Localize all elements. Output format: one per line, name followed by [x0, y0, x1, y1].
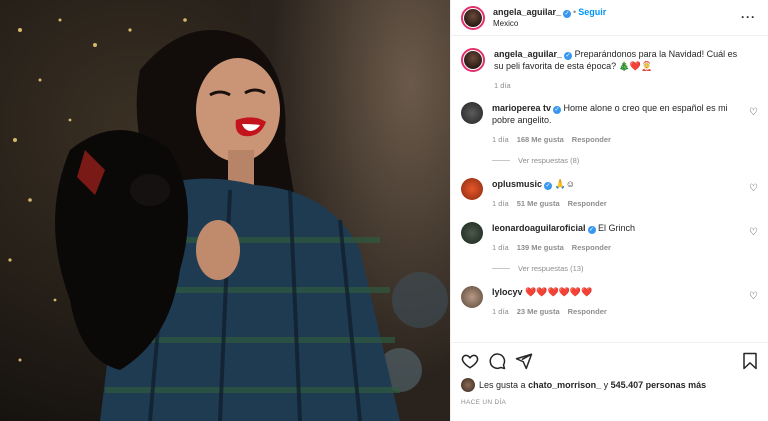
comment-time[interactable]: 1 día	[492, 135, 509, 144]
view-replies-button[interactable]: Ver respuestas (8)	[492, 156, 758, 165]
comment-icon[interactable]	[488, 352, 506, 370]
comment-item: leonardoaguilaroficial ✓ El Grinch 1 día 1…	[461, 222, 758, 252]
caption-time[interactable]: 1 día	[494, 81, 511, 90]
more-options-icon[interactable]: ···	[741, 10, 756, 24]
post-time[interactable]: HACE UN DÍA	[461, 399, 759, 406]
comment-avatar[interactable]	[461, 222, 483, 244]
comment-likes[interactable]: 168 Me gusta	[517, 135, 564, 144]
author-username[interactable]: angela_aguilar_	[493, 7, 561, 17]
post-actions: Les gusta a chato_morrison_ y 545.407 pe…	[451, 342, 768, 406]
comment-avatar[interactable]	[461, 286, 483, 308]
verified-icon: ✓	[587, 226, 596, 234]
comment-text: ❤️❤️❤️❤️❤️❤️	[525, 287, 593, 297]
comment-avatar[interactable]	[461, 102, 483, 124]
verified-icon: ✓	[553, 106, 562, 114]
heart-icon[interactable]	[461, 352, 479, 370]
likes-summary: Les gusta a chato_morrison_ y 545.407 pe…	[461, 378, 759, 392]
liker-username[interactable]: chato_morrison_	[528, 380, 601, 390]
comment-item: lylocyv ❤️❤️❤️❤️❤️❤️ 1 día 23 Me gusta Res…	[461, 286, 758, 316]
caption-username[interactable]: angela_aguilar_	[494, 49, 562, 59]
reply-button[interactable]: Responder	[568, 199, 607, 208]
post-location[interactable]: Mexico	[493, 18, 606, 29]
likes-count[interactable]: 545.407 personas más	[611, 380, 707, 390]
comment-username[interactable]: lylocyv	[492, 287, 523, 297]
verified-icon: ✓	[544, 182, 553, 190]
photo-illustration	[0, 0, 450, 421]
comment-text: El Grinch	[598, 223, 636, 233]
comment-avatar[interactable]	[461, 178, 483, 200]
author-avatar[interactable]	[461, 5, 485, 30]
reply-button[interactable]: Responder	[572, 243, 611, 252]
post-photo[interactable]	[0, 0, 450, 421]
share-icon[interactable]	[515, 352, 533, 370]
comment-time[interactable]: 1 día	[492, 307, 509, 316]
comment-username[interactable]: oplusmusic	[492, 179, 542, 189]
instagram-post: angela_aguilar_ ✓ • Seguir Mexico ··· angel…	[0, 0, 768, 421]
view-replies-button[interactable]: Ver respuestas (13)	[492, 264, 758, 273]
comment-likes[interactable]: 51 Me gusta	[517, 199, 560, 208]
verified-icon: ✓	[563, 9, 572, 18]
heart-icon[interactable]: ♡	[749, 291, 758, 302]
comment-username[interactable]: marioperea tv	[492, 103, 551, 113]
liker-avatar[interactable]	[461, 378, 475, 392]
comment-username[interactable]: leonardoaguilaroficial	[492, 223, 586, 233]
verified-icon: ✓	[564, 52, 573, 60]
comment-likes[interactable]: 139 Me gusta	[517, 243, 564, 252]
reply-button[interactable]: Responder	[568, 307, 607, 316]
comment-text: 🙏☺	[554, 179, 575, 189]
separator: •	[573, 6, 577, 17]
follow-button[interactable]: Seguir	[578, 7, 606, 17]
caption: angela_aguilar_ ✓ Preparándonos para la N…	[461, 48, 758, 90]
heart-icon[interactable]: ♡	[749, 227, 758, 238]
comment-time[interactable]: 1 día	[492, 243, 509, 252]
likes-prefix: Les gusta a	[479, 380, 526, 390]
reply-button[interactable]: Responder	[572, 135, 611, 144]
bookmark-icon[interactable]	[741, 352, 759, 370]
heart-icon[interactable]: ♡	[749, 183, 758, 194]
caption-avatar[interactable]	[461, 48, 485, 72]
comment-time[interactable]: 1 día	[492, 199, 509, 208]
comment-likes[interactable]: 23 Me gusta	[517, 307, 560, 316]
post-header: angela_aguilar_ ✓ • Seguir Mexico ···	[451, 0, 768, 36]
comment-item: oplusmusic ✓ 🙏☺ 1 día 51 Me gusta Responder…	[461, 178, 758, 208]
comments-list[interactable]: angela_aguilar_ ✓ Preparándonos para la N…	[451, 36, 768, 342]
post-side-panel: angela_aguilar_ ✓ • Seguir Mexico ··· angel…	[450, 0, 768, 421]
comment-item: marioperea tv ✓ Home alone o creo que en …	[461, 102, 758, 144]
heart-icon[interactable]: ♡	[749, 107, 758, 118]
likes-conj: y	[603, 380, 609, 390]
